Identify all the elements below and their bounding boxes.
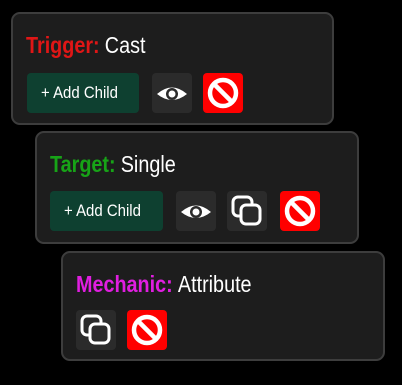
node-value: Attribute (177, 271, 252, 297)
add-child-button[interactable]: + Add Child (50, 191, 163, 231)
copy-icon (231, 195, 262, 226)
trigger-node: Trigger: Cast + Add Child (11, 12, 334, 125)
add-child-label: + Add Child (41, 83, 118, 102)
eye-icon (157, 87, 187, 100)
node-value: Cast (104, 32, 146, 58)
eye-icon (181, 205, 211, 218)
duplicate-button[interactable] (227, 191, 267, 231)
target-node: Target: Single + Add Child (35, 131, 359, 244)
delete-button[interactable] (127, 310, 167, 350)
node-title: Mechanic: Attribute (76, 271, 252, 297)
node-title: Trigger: Cast (26, 32, 145, 58)
add-child-button[interactable]: + Add Child (27, 73, 139, 113)
no-entry-icon (207, 77, 239, 109)
no-entry-icon (131, 314, 163, 346)
node-title: Target: Single (50, 151, 176, 177)
delete-button[interactable] (203, 73, 243, 113)
node-kind-label: Mechanic: (76, 271, 173, 297)
toggle-visibility-button[interactable] (176, 191, 216, 231)
duplicate-button[interactable] (76, 310, 116, 350)
node-value: Single (120, 151, 176, 177)
mechanic-node: Mechanic: Attribute (61, 251, 385, 361)
delete-button[interactable] (280, 191, 320, 231)
add-child-label: + Add Child (64, 201, 141, 220)
node-kind-label: Target: (50, 151, 116, 177)
node-kind-label: Trigger: (26, 32, 100, 58)
no-entry-icon (284, 195, 316, 227)
toggle-visibility-button[interactable] (152, 73, 192, 113)
copy-icon (80, 314, 111, 345)
